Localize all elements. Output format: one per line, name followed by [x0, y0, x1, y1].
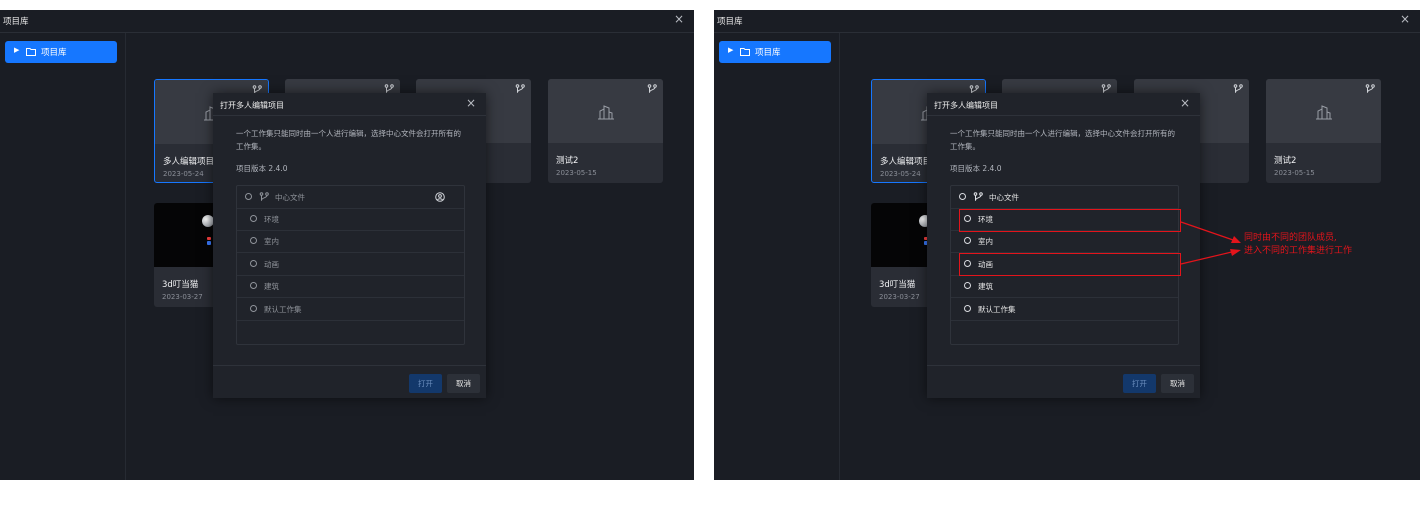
- close-icon[interactable]: ×: [1400, 12, 1410, 26]
- project-date: 2023-05-24: [163, 170, 204, 178]
- divider: [927, 365, 1200, 366]
- project-version: 项目版本 2.4.0: [236, 164, 288, 173]
- workset-row[interactable]: 默认工作集: [237, 298, 464, 321]
- radio-button[interactable]: [250, 237, 257, 244]
- folder-icon: [740, 48, 750, 56]
- building-icon: [1315, 105, 1332, 120]
- sidebar-item-label: 项目库: [41, 48, 67, 58]
- render-detail: [207, 241, 211, 245]
- radio-button[interactable]: [250, 282, 257, 289]
- workset-label: 中心文件: [989, 193, 1019, 202]
- workset-label: 默认工作集: [978, 305, 1016, 314]
- workset-row[interactable]: 默认工作集: [951, 298, 1178, 321]
- project-date: 2023-03-27: [162, 293, 203, 301]
- project-name: 3d叮当猫: [879, 280, 916, 290]
- building-icon: [597, 105, 614, 120]
- workset-row[interactable]: 建筑: [237, 275, 464, 298]
- sidebar-item-project-library[interactable]: ▶ 项目库: [5, 41, 117, 63]
- annotation-text: 同时由不同的团队成员, 进入不同的工作集进行工作: [1244, 232, 1394, 258]
- open-multi-edit-dialog: 打开多人编辑项目 × 一个工作集只能同时由一个人进行编辑，选择中心文件会打开所有…: [213, 93, 486, 398]
- sidebar: ▶ 项目库: [0, 33, 126, 480]
- radio-button[interactable]: [245, 193, 252, 200]
- workset-row[interactable]: 动画: [237, 253, 464, 276]
- branch-icon: [973, 192, 983, 201]
- caret-right-icon[interactable]: ▶: [14, 46, 19, 54]
- title-bar: 项目库 ×: [0, 10, 694, 33]
- close-icon[interactable]: ×: [1180, 96, 1190, 110]
- radio-button[interactable]: [959, 193, 966, 200]
- project-thumbnail: [1266, 79, 1381, 143]
- open-button[interactable]: 打开: [409, 374, 442, 393]
- radio-button[interactable]: [250, 260, 257, 267]
- workset-label: 室内: [264, 237, 279, 246]
- cancel-button[interactable]: 取消: [447, 374, 480, 393]
- user-icon: [435, 192, 445, 202]
- workset-label: 动画: [264, 260, 279, 269]
- project-name: 多人编辑项目: [163, 157, 215, 167]
- annotation-line-1: 同时由不同的团队成员,: [1244, 233, 1337, 243]
- workset-list: 中心文件 环境 室内 动画 建筑 默认工作集: [236, 185, 465, 345]
- dialog-description: 一个工作集只能同时由一个人进行编辑，选择中心文件会打开所有的工作集。: [236, 129, 461, 151]
- workset-label: 室内: [978, 237, 993, 246]
- radio-button[interactable]: [250, 215, 257, 222]
- workset-label: 默认工作集: [264, 305, 302, 314]
- project-library-window-left: 项目库 × ▶ 项目库 多人编辑项目 2023-05-24 测试2 2023-0…: [0, 10, 694, 480]
- workset-row[interactable]: 室内: [237, 230, 464, 253]
- window-title: 项目库: [3, 17, 29, 27]
- radio-button[interactable]: [964, 282, 971, 289]
- project-date: 2023-05-15: [1274, 169, 1315, 177]
- workset-row[interactable]: 环境: [237, 208, 464, 231]
- project-name: 3d叮当猫: [162, 280, 199, 290]
- sidebar-item-project-library[interactable]: ▶ 项目库: [719, 41, 831, 63]
- project-thumbnail: [548, 79, 663, 143]
- branch-icon: [259, 192, 269, 201]
- folder-icon: [26, 48, 36, 56]
- project-name: 测试2: [556, 156, 579, 166]
- workset-label: 中心文件: [275, 193, 305, 202]
- project-date: 2023-03-27: [879, 293, 920, 301]
- project-name: 多人编辑项目: [880, 157, 932, 167]
- workset-row-central-file[interactable]: 中心文件: [237, 186, 464, 209]
- close-icon[interactable]: ×: [674, 12, 684, 26]
- workset-label: 建筑: [264, 282, 279, 291]
- dialog-title: 打开多人编辑项目: [220, 101, 284, 110]
- caret-right-icon[interactable]: ▶: [728, 46, 733, 54]
- sidebar-item-label: 项目库: [755, 48, 781, 58]
- branch-icon: [515, 84, 525, 93]
- divider: [927, 115, 1200, 116]
- title-bar: 项目库 ×: [714, 10, 1420, 33]
- highlight-box-environment: [959, 209, 1181, 232]
- annotation-line-2: 进入不同的工作集进行工作: [1244, 246, 1353, 256]
- open-multi-edit-dialog: 打开多人编辑项目 × 一个工作集只能同时由一个人进行编辑，选择中心文件会打开所有…: [927, 93, 1200, 398]
- project-card[interactable]: 测试2 2023-05-15: [548, 79, 663, 183]
- project-version: 项目版本 2.4.0: [950, 164, 1002, 173]
- sidebar: ▶ 项目库: [714, 33, 840, 480]
- cancel-button[interactable]: 取消: [1161, 374, 1194, 393]
- open-button[interactable]: 打开: [1123, 374, 1156, 393]
- workset-row[interactable]: 建筑: [951, 275, 1178, 298]
- project-name: 测试2: [1274, 156, 1297, 166]
- divider: [213, 115, 486, 116]
- workset-label: 建筑: [978, 282, 993, 291]
- dialog-title: 打开多人编辑项目: [934, 101, 998, 110]
- window-title: 项目库: [717, 17, 743, 27]
- project-card[interactable]: 测试2 2023-05-15: [1266, 79, 1381, 183]
- dialog-description: 一个工作集只能同时由一个人进行编辑，选择中心文件会打开所有的工作集。: [950, 129, 1175, 151]
- radio-button[interactable]: [964, 237, 971, 244]
- project-date: 2023-05-15: [556, 169, 597, 177]
- project-date: 2023-05-24: [880, 170, 921, 178]
- radio-button[interactable]: [250, 305, 257, 312]
- branch-icon: [1365, 84, 1375, 93]
- workset-row[interactable]: 室内: [951, 230, 1178, 253]
- close-icon[interactable]: ×: [466, 96, 476, 110]
- highlight-box-animation: [959, 253, 1181, 276]
- radio-button[interactable]: [964, 305, 971, 312]
- divider: [213, 365, 486, 366]
- render-detail: [207, 237, 211, 240]
- workset-label: 环境: [264, 215, 279, 224]
- branch-icon: [1233, 84, 1243, 93]
- branch-icon: [647, 84, 657, 93]
- workset-row-central-file[interactable]: 中心文件: [951, 186, 1178, 209]
